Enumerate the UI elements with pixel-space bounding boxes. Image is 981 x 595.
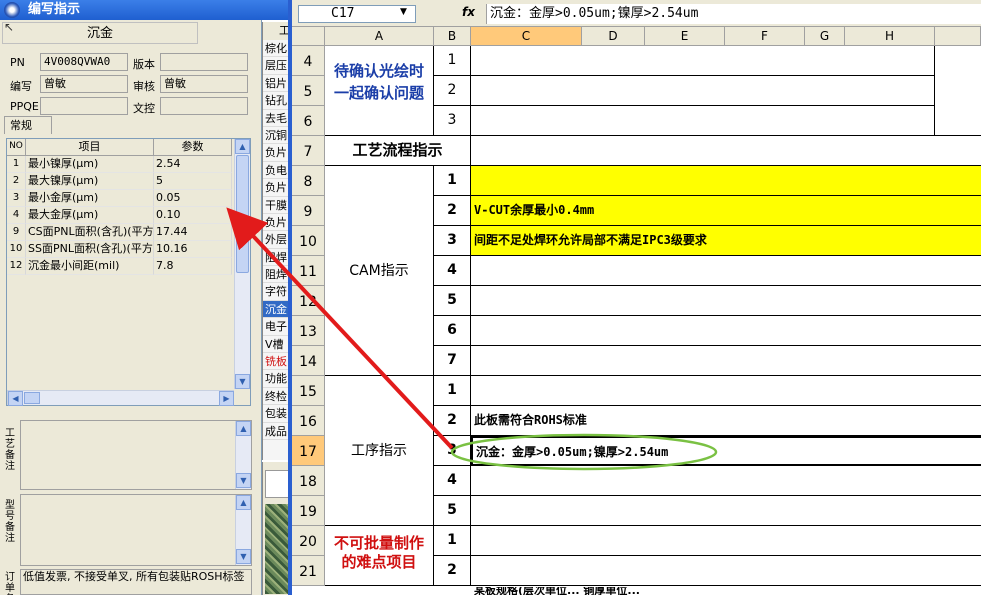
red-arrow: [226, 207, 454, 450]
green-highlight-ellipse: [450, 433, 718, 471]
annotation-layer: [226, 207, 718, 471]
